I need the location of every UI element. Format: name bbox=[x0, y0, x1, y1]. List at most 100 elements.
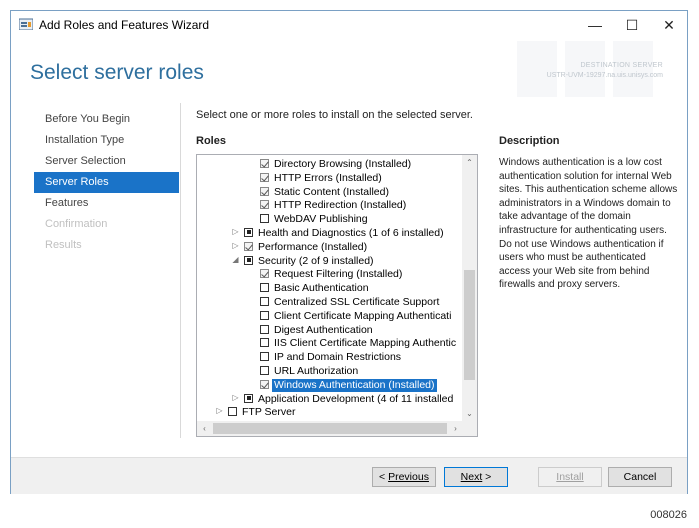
expand-icon[interactable]: ▷ bbox=[215, 406, 224, 415]
nav-item-before-you-begin[interactable]: Before You Begin bbox=[34, 109, 179, 130]
close-button[interactable]: ✕ bbox=[651, 11, 687, 39]
nav-item-server-roles[interactable]: Server Roles bbox=[34, 172, 179, 193]
role-label: WebDAV Publishing bbox=[274, 213, 368, 226]
expand-icon[interactable]: ▷ bbox=[231, 227, 240, 236]
figure-code: 008026 bbox=[650, 509, 687, 521]
minimize-button[interactable]: — bbox=[577, 11, 613, 39]
destination-server-value: USTR-UVM-19297.na.uis.unisys.com bbox=[546, 72, 663, 79]
role-label: Digest Authentication bbox=[274, 323, 373, 336]
role-label: Centralized SSL Certificate Support bbox=[274, 295, 440, 308]
role-label: Directory Browsing (Installed) bbox=[274, 158, 412, 170]
cancel-button[interactable]: Cancel bbox=[608, 467, 672, 487]
nav-item-features[interactable]: Features bbox=[34, 193, 179, 214]
nav-item-results: Results bbox=[45, 239, 82, 251]
horizontal-scroll-thumb[interactable] bbox=[213, 423, 447, 434]
nav-item-confirmation: Confirmation bbox=[45, 218, 108, 230]
role-label: HTTP Errors (Installed) bbox=[274, 171, 382, 184]
destination-server-label: DESTINATION SERVER bbox=[580, 62, 663, 69]
role-checkbox[interactable] bbox=[260, 296, 269, 306]
role-tree-row[interactable]: ◢ Security (2 of 9 installed) bbox=[197, 255, 463, 269]
next-suffix: > bbox=[482, 471, 492, 483]
vertical-scrollbar[interactable]: ⌃ ⌄ bbox=[462, 155, 477, 421]
role-tree-row[interactable]: Windows Authentication (Installed) bbox=[197, 378, 463, 393]
previous-prefix: < bbox=[379, 471, 389, 483]
next-button[interactable]: Next > bbox=[444, 467, 508, 487]
role-checkbox[interactable] bbox=[260, 352, 269, 362]
maximize-button[interactable]: ☐ bbox=[614, 11, 650, 39]
role-tree-row[interactable]: Static Content (Installed) bbox=[197, 186, 463, 200]
role-label: IIS Client Certificate Mapping Authentic bbox=[274, 337, 457, 350]
vertical-scroll-thumb[interactable] bbox=[464, 270, 475, 380]
wizard-window: Add Roles and Features Wizard — ☐ ✕ Sele… bbox=[10, 10, 688, 494]
role-checkbox[interactable] bbox=[260, 186, 269, 196]
role-checkbox[interactable] bbox=[260, 200, 269, 210]
role-tree-row[interactable]: Request Filtering (Installed) bbox=[197, 268, 463, 282]
role-tree-row[interactable]: ▷ Performance (Installed) bbox=[197, 241, 463, 255]
role-checkbox[interactable] bbox=[260, 159, 269, 168]
role-checkbox[interactable] bbox=[260, 214, 269, 224]
window-title: Add Roles and Features Wizard bbox=[39, 18, 210, 32]
role-tree-row[interactable]: Directory Browsing (Installed) bbox=[197, 158, 463, 172]
title-bar: Add Roles and Features Wizard — ☐ ✕ bbox=[11, 11, 687, 39]
role-tree-row[interactable]: Basic Authentication bbox=[197, 282, 463, 296]
role-label: Performance (Installed) bbox=[258, 240, 368, 253]
role-checkbox[interactable] bbox=[228, 407, 237, 417]
role-checkbox[interactable] bbox=[260, 379, 269, 389]
role-tree-row[interactable]: ▷ Health and Diagnostics (1 of 6 installe… bbox=[197, 227, 463, 241]
role-checkbox[interactable] bbox=[260, 172, 269, 182]
role-label: Windows Authentication (Installed) bbox=[272, 378, 437, 392]
install-label: Install bbox=[556, 471, 584, 483]
roles-heading: Roles bbox=[196, 135, 226, 147]
role-checkbox[interactable] bbox=[260, 269, 269, 279]
role-label: Request Filtering (Installed) bbox=[274, 268, 403, 281]
scroll-right-icon[interactable]: › bbox=[448, 421, 463, 436]
wizard-header: Select server roles DESTINATION SERVER U… bbox=[11, 39, 687, 99]
role-tree-row[interactable]: ▷ FTP Server bbox=[197, 406, 463, 420]
role-label: IP and Domain Restrictions bbox=[274, 351, 402, 364]
role-label: Health and Diagnostics (1 of 6 installed… bbox=[258, 226, 444, 239]
role-tree-row[interactable]: IP and Domain Restrictions bbox=[197, 351, 463, 365]
role-checkbox[interactable] bbox=[244, 255, 253, 265]
scroll-left-icon[interactable]: ‹ bbox=[197, 421, 212, 436]
role-label: Client Certificate Mapping Authenticati bbox=[274, 309, 452, 322]
role-tree-row[interactable]: HTTP Errors (Installed) bbox=[197, 172, 463, 186]
scroll-down-icon[interactable]: ⌄ bbox=[462, 406, 477, 421]
role-checkbox[interactable] bbox=[244, 393, 253, 403]
role-label: FTP Server bbox=[242, 406, 296, 419]
wizard-footer: < Previous Next > Install Cancel bbox=[11, 457, 687, 494]
role-label: Static Content (Installed) bbox=[274, 185, 389, 198]
page-title: Select server roles bbox=[30, 61, 204, 84]
role-label: Application Development (4 of 11 install… bbox=[258, 392, 454, 405]
role-tree-row[interactable]: Digest Authentication bbox=[197, 324, 463, 338]
expand-icon[interactable]: ▷ bbox=[231, 393, 240, 402]
role-checkbox[interactable] bbox=[244, 227, 253, 237]
role-tree-row[interactable]: URL Authorization bbox=[197, 365, 463, 379]
nav-item-server-selection[interactable]: Server Selection bbox=[34, 151, 179, 172]
scroll-up-icon[interactable]: ⌃ bbox=[462, 155, 477, 170]
role-tree-row[interactable]: ▷ Application Development (4 of 11 instal… bbox=[197, 393, 463, 407]
install-button: Install bbox=[538, 467, 602, 487]
role-label: HTTP Redirection (Installed) bbox=[274, 199, 407, 212]
role-checkbox[interactable] bbox=[260, 324, 269, 334]
scroll-corner bbox=[462, 421, 477, 436]
role-tree-row[interactable]: Client Certificate Mapping Authenticati bbox=[197, 310, 463, 324]
role-checkbox[interactable] bbox=[260, 310, 269, 320]
role-tree-row[interactable]: WebDAV Publishing bbox=[197, 213, 463, 227]
role-tree-row[interactable]: Centralized SSL Certificate Support bbox=[197, 296, 463, 310]
roles-tree[interactable]: Directory Browsing (Installed) HTTP Error… bbox=[196, 154, 478, 437]
role-label: URL Authorization bbox=[274, 364, 359, 377]
role-tree-row[interactable]: IIS Client Certificate Mapping Authentic bbox=[197, 337, 463, 351]
role-checkbox[interactable] bbox=[260, 283, 269, 293]
server-manager-icon bbox=[19, 18, 33, 30]
description-heading: Description bbox=[499, 135, 560, 147]
role-checkbox[interactable] bbox=[244, 241, 253, 251]
role-checkbox[interactable] bbox=[260, 338, 269, 348]
expand-icon[interactable]: ▷ bbox=[231, 241, 240, 250]
collapse-icon[interactable]: ◢ bbox=[231, 255, 240, 264]
role-checkbox[interactable] bbox=[260, 365, 269, 375]
previous-button[interactable]: < Previous bbox=[372, 467, 436, 487]
role-tree-row[interactable]: HTTP Redirection (Installed) bbox=[197, 199, 463, 213]
nav-item-installation-type[interactable]: Installation Type bbox=[34, 130, 179, 151]
horizontal-scrollbar[interactable]: ‹ › bbox=[197, 421, 463, 436]
next-label: Next bbox=[460, 471, 483, 483]
